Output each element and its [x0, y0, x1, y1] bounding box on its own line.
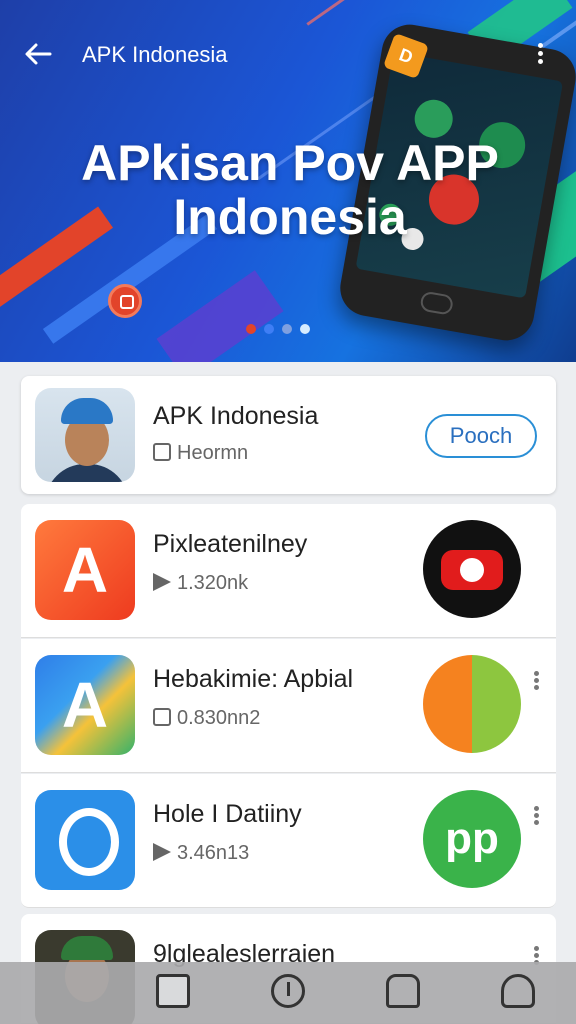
bottom-navigation	[0, 962, 576, 1024]
nav-item-profile[interactable]	[461, 962, 576, 1024]
list-item[interactable]: A Hebakimie: Apbial 0.830nn2	[21, 639, 556, 773]
pin-icon	[108, 284, 142, 318]
app-meta: 3.46n13	[153, 842, 249, 865]
pager-dot[interactable]	[300, 324, 310, 334]
nav-item-profile-photo[interactable]	[0, 962, 115, 1024]
app-logo-icon: A	[35, 520, 135, 620]
app-name: Pixleatenilney	[153, 530, 308, 558]
decor-stripe	[156, 270, 284, 362]
app-bar: APK Indonesia	[0, 28, 576, 78]
home-icon	[155, 974, 190, 1008]
install-button[interactable]: Pooch	[425, 414, 537, 458]
p-logo-icon	[35, 790, 135, 890]
app-name: APK Indonesia	[153, 402, 319, 430]
download-icon	[153, 843, 171, 861]
app-meta: 1.320nk	[153, 572, 248, 595]
page-title: APK Indonesia	[82, 42, 228, 67]
app-logo-icon: A	[35, 655, 135, 755]
avatar-photo-icon	[35, 388, 135, 482]
more-vert-icon[interactable]	[532, 40, 548, 70]
app-meta-text: 0.830nn2	[177, 707, 261, 729]
more-vert-icon[interactable]	[531, 804, 541, 830]
app-name: Hebakimie: Apbial	[153, 665, 354, 693]
pager-dot[interactable]	[246, 324, 256, 334]
nav-item-home[interactable]	[115, 962, 230, 1024]
promo-banner[interactable]: D APkisan Pov APP Indonesia APK Indonesi…	[0, 0, 576, 362]
lock-icon	[153, 443, 171, 461]
app-meta: 0.830nn2	[153, 707, 260, 730]
nav-item-history[interactable]	[230, 962, 345, 1024]
clock-icon	[271, 974, 305, 1008]
app-meta-text: Heormn	[177, 442, 249, 464]
more-vert-icon[interactable]	[531, 669, 541, 695]
featured-app-card[interactable]: APK Indonesia Heormn Pooch	[21, 376, 556, 494]
android-icon[interactable]	[423, 655, 521, 753]
download-icon	[153, 573, 171, 591]
banner-pager[interactable]	[246, 324, 310, 336]
banner-headline: APkisan Pov APP Indonesia	[40, 136, 540, 244]
app-meta-text: 3.46n13	[177, 842, 250, 864]
headline-line-1: APkisan Pov APP	[81, 135, 499, 191]
app-meta-text: 1.320nk	[177, 572, 249, 594]
pager-dot[interactable]	[282, 324, 292, 334]
phone-home-button	[419, 290, 455, 316]
pp-app-icon[interactable]: pp	[423, 790, 521, 888]
list-item[interactable]: Hole I Datiiny 3.46n13 pp	[21, 774, 556, 908]
camera-app-icon[interactable]	[423, 520, 521, 618]
app-name: Hole I Datiiny	[153, 800, 302, 828]
nav-item-map[interactable]	[346, 962, 461, 1024]
list-item[interactable]: A Pixleatenilney 1.320nk	[21, 504, 556, 638]
headline-line-2: Indonesia	[173, 189, 407, 245]
decor-line	[306, 0, 374, 26]
map-icon	[386, 974, 421, 1008]
app-meta: Heormn	[153, 442, 248, 465]
back-arrow-icon[interactable]	[22, 38, 54, 70]
pager-dot[interactable]	[264, 324, 274, 334]
profile-icon	[501, 974, 536, 1008]
lock-icon	[153, 708, 171, 726]
